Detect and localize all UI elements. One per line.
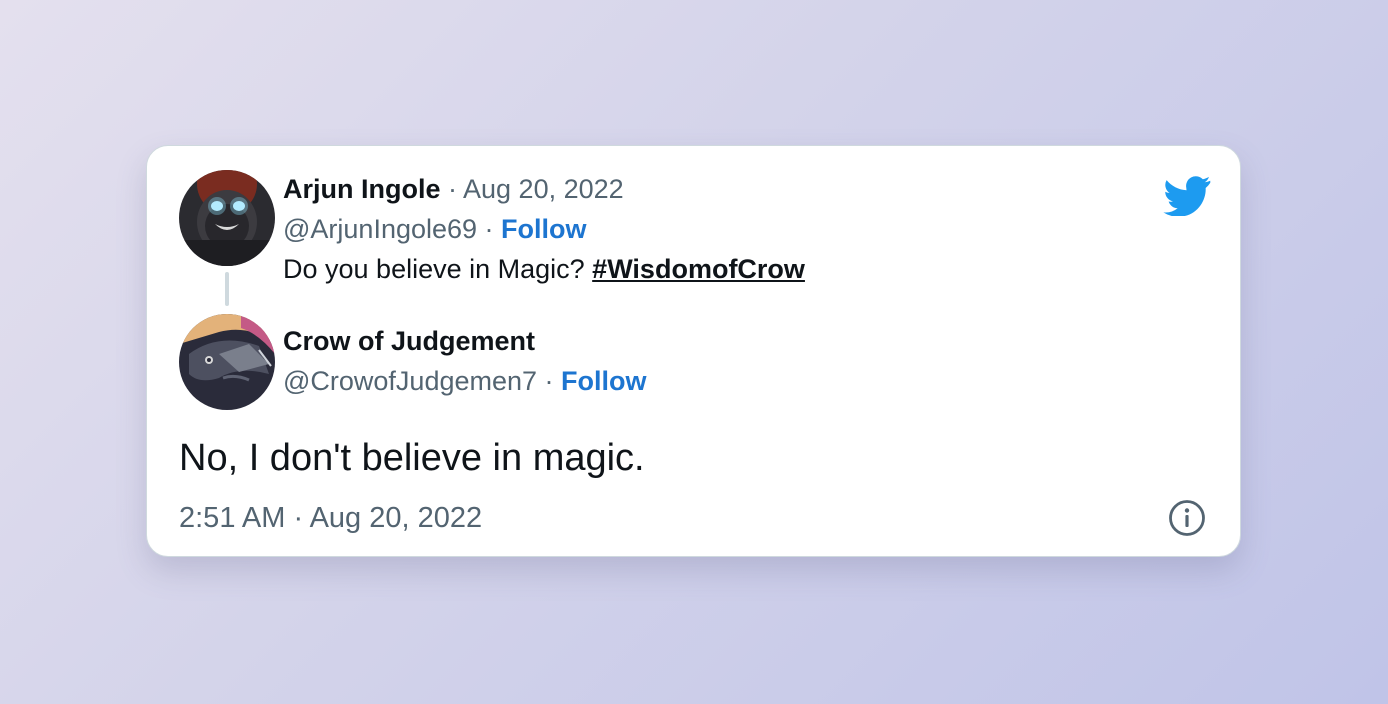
original-tweet-text: Do you believe in Magic? #WisdomofCrow xyxy=(283,252,805,286)
separator: · xyxy=(537,366,562,396)
separator: · xyxy=(477,214,502,244)
author-handle[interactable]: @ArjunIngole69 xyxy=(283,214,477,244)
author-name[interactable]: Arjun Ingole xyxy=(283,174,441,204)
twitter-bird-icon[interactable] xyxy=(1163,176,1211,216)
tweet-timestamp[interactable]: 2:51 AM · Aug 20, 2022 xyxy=(179,500,482,536)
avatar-image xyxy=(179,170,275,266)
reply-tweet-header: Crow of Judgement xyxy=(283,324,535,358)
reply-tweet-text: No, I don't believe in magic. xyxy=(179,437,645,479)
tweet-card: Arjun Ingole · Aug 20, 2022 @ArjunIngole… xyxy=(146,145,1241,557)
avatar-arjun-ingole[interactable] xyxy=(179,170,275,266)
original-tweet-handle-row: @ArjunIngole69 · Follow xyxy=(283,212,587,246)
tweet-date[interactable]: Aug 20, 2022 xyxy=(463,174,624,204)
author-handle[interactable]: @CrowofJudgemen7 xyxy=(283,366,537,396)
author-name[interactable]: Crow of Judgement xyxy=(283,326,535,356)
follow-button[interactable]: Follow xyxy=(561,366,646,396)
hashtag-link[interactable]: #WisdomofCrow xyxy=(592,254,805,284)
follow-button[interactable]: Follow xyxy=(501,214,586,244)
info-icon[interactable] xyxy=(1167,498,1207,538)
tweet-text: Do you believe in Magic? xyxy=(283,254,593,284)
original-tweet-header: Arjun Ingole · Aug 20, 2022 xyxy=(283,172,624,206)
avatar-image xyxy=(179,314,275,410)
separator: · xyxy=(440,174,464,204)
avatar-crow-of-judgement[interactable] xyxy=(179,314,275,410)
thread-connector xyxy=(225,272,229,306)
reply-tweet-handle-row: @CrowofJudgemen7 · Follow xyxy=(283,364,647,398)
